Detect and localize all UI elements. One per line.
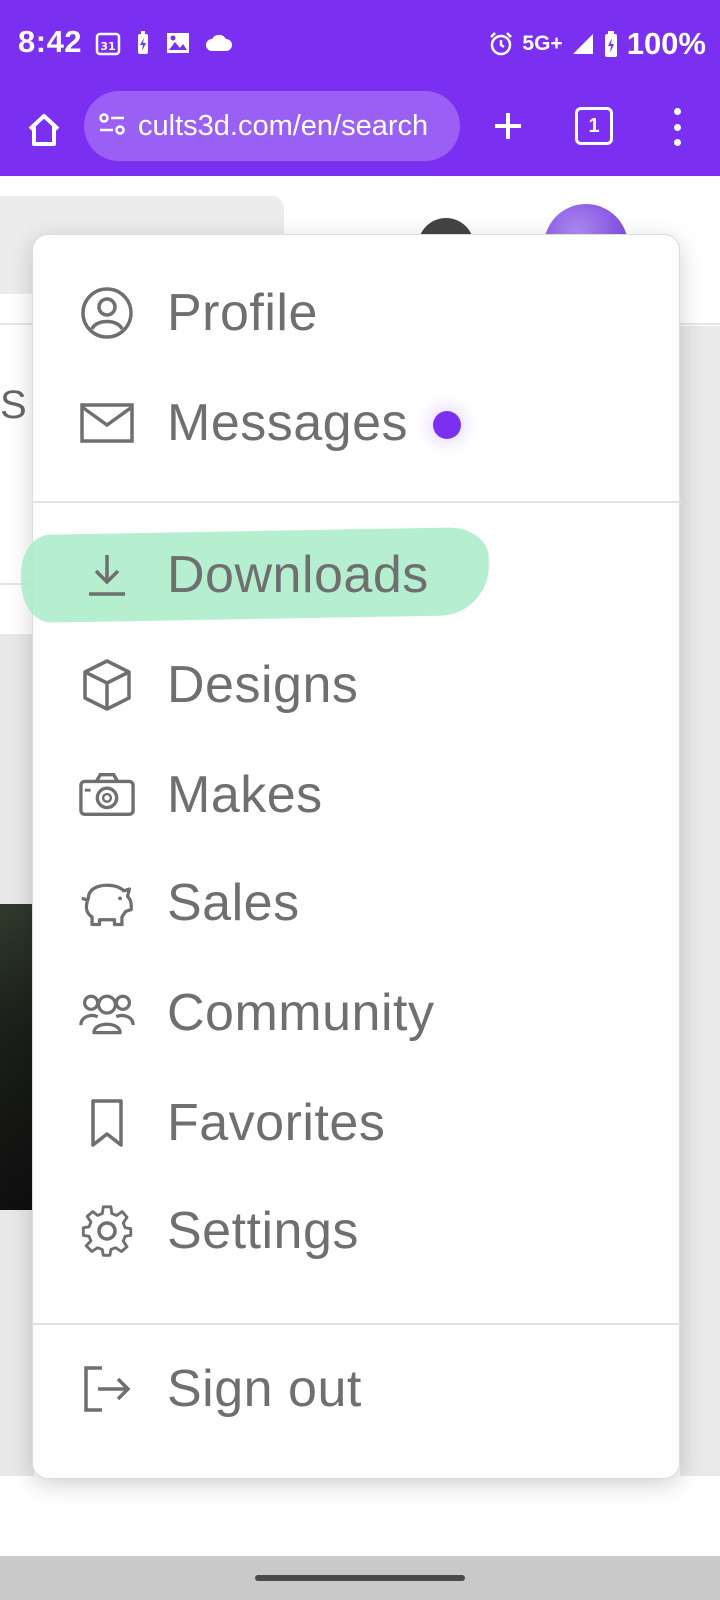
- system-icons: 5G+ 100%: [488, 26, 706, 62]
- download-icon: [79, 547, 135, 603]
- gear-icon: [79, 1203, 135, 1259]
- alarm-icon: [488, 31, 514, 57]
- status-time: 8:42: [18, 24, 83, 59]
- battery-percent: 100%: [626, 26, 706, 61]
- menu-item-label: Favorites: [167, 1094, 386, 1152]
- menu-item-profile[interactable]: Profile: [33, 263, 681, 363]
- menu-divider: [33, 1323, 681, 1325]
- unread-indicator: [433, 411, 461, 439]
- page-partial-text: S: [0, 383, 27, 427]
- menu-item-label: Settings: [167, 1202, 359, 1260]
- status-bar: 8:42 31 5G+ 100%: [0, 0, 720, 88]
- battery-saver-icon: [135, 30, 151, 56]
- menu-item-sales[interactable]: Sales: [33, 853, 681, 953]
- menu-item-sign-out[interactable]: Sign out: [33, 1339, 681, 1439]
- tab-switcher-button[interactable]: 1: [575, 107, 613, 145]
- system-navigation-bar: [0, 1556, 720, 1600]
- menu-item-community[interactable]: Community: [33, 963, 681, 1063]
- browser-toolbar: cults3d.com/en/search 1: [0, 88, 720, 176]
- menu-item-label: Designs: [167, 656, 359, 714]
- url-text[interactable]: cults3d.com/en/search: [138, 110, 448, 143]
- gallery-icon: [165, 30, 191, 56]
- notification-icons: 31: [95, 30, 233, 56]
- site-settings-icon[interactable]: [98, 112, 126, 141]
- battery-icon: [603, 30, 619, 58]
- menu-item-designs[interactable]: Designs: [33, 635, 681, 735]
- page-content-strip: [680, 326, 720, 1476]
- people-icon: [79, 985, 135, 1041]
- menu-item-label: Makes: [167, 766, 323, 824]
- menu-item-favorites[interactable]: Favorites: [33, 1073, 681, 1173]
- sign-out-icon: [79, 1361, 135, 1417]
- envelope-icon: [79, 395, 135, 451]
- menu-item-settings[interactable]: Settings: [33, 1181, 681, 1281]
- menu-item-label: Downloads: [167, 546, 429, 604]
- menu-divider: [33, 501, 681, 503]
- more-options-icon[interactable]: [664, 102, 690, 152]
- home-gesture-handle[interactable]: [255, 1575, 465, 1581]
- bookmark-icon: [79, 1095, 135, 1151]
- menu-item-label: Sign out: [167, 1360, 362, 1418]
- page-thumbnail[interactable]: [0, 904, 34, 1210]
- cloud-icon: [205, 33, 233, 53]
- camera-icon: [79, 767, 135, 823]
- network-type: 5G+: [522, 32, 563, 55]
- signal-icon: [571, 32, 595, 56]
- svg-text:31: 31: [100, 40, 115, 53]
- home-icon: [28, 114, 60, 146]
- cube-icon: [79, 657, 135, 713]
- menu-item-label: Messages: [167, 394, 408, 452]
- menu-item-label: Community: [167, 984, 435, 1042]
- piggy-bank-icon: [79, 875, 135, 931]
- menu-item-messages[interactable]: Messages: [33, 373, 681, 473]
- person-circle-icon: [79, 285, 135, 341]
- menu-item-label: Profile: [167, 284, 318, 342]
- home-button[interactable]: [22, 108, 66, 152]
- new-tab-button[interactable]: [488, 106, 528, 146]
- calendar-icon: 31: [95, 30, 121, 56]
- browser-chrome: 8:42 31 5G+ 100% cults3d.com/en/search 1: [0, 0, 720, 176]
- menu-item-downloads[interactable]: Downloads: [33, 525, 681, 625]
- user-dropdown-menu: Profile Messages Downloads Designs Makes…: [20, 234, 681, 1479]
- menu-item-makes[interactable]: Makes: [33, 745, 681, 845]
- menu-item-label: Sales: [167, 874, 300, 932]
- plus-icon: [495, 113, 521, 139]
- address-bar[interactable]: cults3d.com/en/search: [84, 91, 460, 161]
